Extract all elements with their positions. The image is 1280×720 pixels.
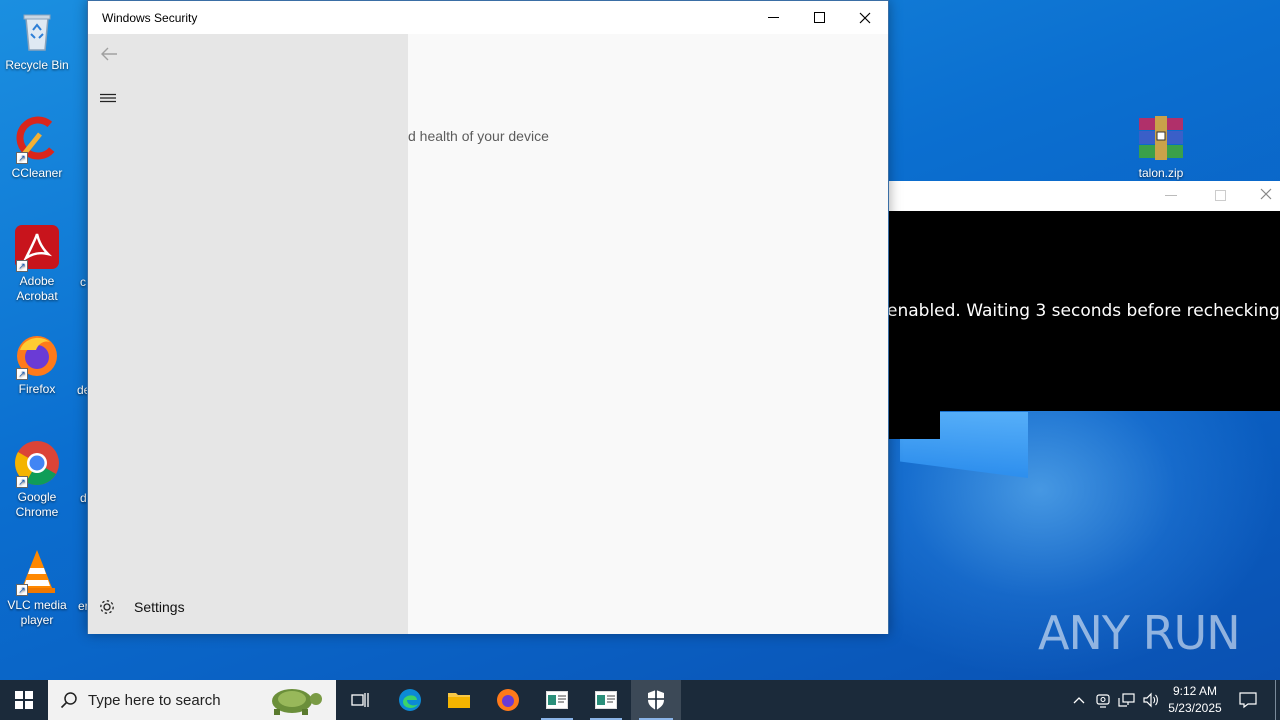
clock-date: 5/23/2025 — [1168, 701, 1222, 715]
chrome-icon: ↗ — [14, 440, 60, 488]
edge-icon — [399, 689, 421, 711]
desktop-icon-recycle-bin[interactable]: Recycle Bin — [0, 8, 74, 73]
anyrun-watermark: ANY RUN — [1038, 606, 1241, 660]
desktop-icon-label: VLC media player — [7, 598, 67, 627]
shortcut-arrow-icon: ↗ — [16, 368, 28, 380]
close-icon — [859, 12, 871, 23]
search-icon — [60, 692, 77, 709]
desktop-icon-vlc[interactable]: ↗ VLC media player — [0, 548, 74, 628]
desktop-icon-talon-zip[interactable]: talon.zip — [1124, 116, 1198, 180]
chevron-up-icon — [1073, 697, 1085, 704]
show-desktop-button[interactable] — [1275, 680, 1276, 720]
shortcut-arrow-icon: ↗ — [16, 476, 28, 488]
desktop-icon-label-partial: c — [80, 275, 86, 289]
gear-icon — [100, 600, 114, 614]
start-button[interactable] — [0, 680, 48, 720]
minimize-icon — [767, 17, 779, 18]
taskbar-app-window-1[interactable] — [533, 680, 581, 720]
desktop-icon-label: Recycle Bin — [5, 58, 69, 72]
desktop-icon-label: Adobe Acrobat — [16, 274, 58, 303]
desktop-icon-label-partial: d — [80, 491, 87, 505]
desktop-icon-firefox[interactable]: ↗ Firefox — [0, 332, 74, 397]
speaker-icon — [1143, 692, 1158, 708]
page-subtitle: d health of your device — [408, 128, 549, 144]
task-view-icon — [351, 693, 369, 707]
tray-camera-button[interactable] — [1092, 680, 1114, 720]
console-line: enabled. Waiting 3 seconds before rechec… — [889, 301, 1280, 321]
show-hidden-icons-button[interactable] — [1068, 680, 1090, 720]
hamburger-menu-button[interactable] — [100, 92, 116, 110]
taskbar-windows-security[interactable] — [631, 680, 681, 720]
watermark-text: ANY RUN — [1038, 606, 1241, 660]
console-window-icon — [595, 691, 617, 709]
desktop-icon-ccleaner[interactable]: ↗ CCleaner — [0, 116, 74, 181]
settings-label: Settings — [134, 599, 185, 615]
network-icon — [1118, 693, 1135, 707]
clock-time: 9:12 AM — [1172, 684, 1218, 698]
ccleaner-icon: ↗ — [14, 116, 60, 164]
navigation-pane: Settings — [88, 34, 408, 634]
tray-network-button[interactable] — [1116, 680, 1138, 720]
recycle-bin-icon — [14, 8, 60, 54]
taskbar-firefox[interactable] — [484, 680, 532, 720]
desktop-icon-google-chrome[interactable]: ↗ Google Chrome — [0, 440, 74, 520]
search-placeholder: Type here to search — [88, 691, 221, 709]
titlebar[interactable]: Windows Security — [88, 1, 888, 34]
console-titlebar[interactable] — [889, 181, 1280, 211]
taskbar: Type here to search 9:12 AM 5/23/2025 — [0, 680, 1280, 720]
settings-nav-item[interactable]: Settings — [98, 596, 185, 618]
turtle-icon — [272, 689, 322, 715]
taskbar-file-explorer[interactable] — [435, 680, 483, 720]
desktop-icon-label: Google Chrome — [15, 490, 59, 519]
minimize-icon[interactable] — [1165, 195, 1177, 196]
desktop-icon-adobe-acrobat[interactable]: ↗ Adobe Acrobat — [0, 224, 74, 304]
action-center-button[interactable] — [1234, 680, 1262, 720]
console-fragment — [889, 411, 940, 439]
adobe-acrobat-icon: ↗ — [14, 224, 60, 272]
console-window-icon — [546, 691, 568, 709]
maximize-icon — [813, 12, 825, 23]
maximize-button[interactable] — [796, 1, 842, 34]
taskbar-app-window-2[interactable] — [582, 680, 630, 720]
windows-logo-icon — [15, 691, 33, 709]
taskbar-edge[interactable] — [386, 680, 434, 720]
desktop-icon-label: talon.zip — [1138, 166, 1184, 180]
windows-security-window[interactable]: Windows Security Settings d health of yo… — [87, 0, 889, 634]
main-content: d health of your device — [408, 34, 888, 634]
window-title: Windows Security — [102, 11, 198, 25]
shortcut-arrow-icon: ↗ — [16, 152, 28, 164]
webcam-icon — [1096, 694, 1110, 708]
desktop-icon-label: CCleaner — [11, 166, 63, 180]
close-button[interactable] — [842, 1, 888, 34]
vlc-icon: ↗ — [14, 548, 60, 596]
taskbar-search-box[interactable]: Type here to search — [48, 680, 336, 720]
maximize-icon[interactable] — [1215, 190, 1226, 201]
notification-icon — [1239, 692, 1257, 709]
back-button[interactable] — [100, 46, 118, 67]
shield-icon — [648, 690, 664, 710]
firefox-icon: ↗ — [14, 332, 60, 380]
close-icon[interactable] — [1259, 187, 1273, 206]
hamburger-menu-icon — [100, 93, 116, 103]
back-arrow-icon — [101, 47, 117, 61]
taskbar-clock[interactable]: 9:12 AM 5/23/2025 — [1160, 683, 1230, 717]
desktop-icon-label: Firefox — [18, 382, 56, 396]
tray-volume-button[interactable] — [1140, 680, 1162, 720]
shortcut-arrow-icon: ↗ — [16, 260, 28, 272]
shortcut-arrow-icon: ↗ — [16, 584, 28, 596]
task-view-button[interactable] — [336, 680, 384, 720]
folder-icon — [448, 693, 470, 708]
minimize-button[interactable] — [750, 1, 796, 34]
winrar-archive-icon — [1137, 116, 1185, 160]
console-output[interactable]: enabled. Waiting 3 seconds before rechec… — [889, 211, 1280, 411]
firefox-icon — [497, 689, 519, 711]
